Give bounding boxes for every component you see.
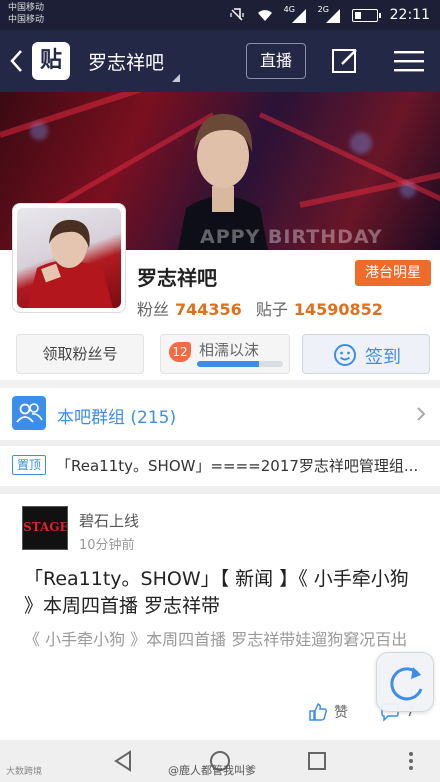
back-icon[interactable]: [8, 48, 26, 74]
live-button[interactable]: 直播: [246, 43, 306, 79]
avatar-logo-text: STAGE: [23, 520, 68, 534]
post-timestamp: 10分钟前: [79, 538, 135, 553]
sign-in-label: 签到: [365, 347, 401, 368]
group-icon: [12, 396, 46, 430]
refresh-button[interactable]: [376, 652, 434, 712]
section-divider: [0, 380, 440, 388]
wifi-icon: [257, 10, 272, 21]
battery-icon: [351, 8, 381, 22]
network-type-2: 2G: [317, 5, 329, 14]
nav-forum-title[interactable]: 罗志祥吧: [88, 48, 164, 75]
posts-count: 14590852: [293, 300, 383, 319]
level-name: 相濡以沫: [199, 341, 260, 359]
fans-label: 粉丝: [137, 300, 170, 319]
post-title[interactable]: 「Rea11ty。SHOW」【 新闻 】《 小手牵小狗 》本周四首播 罗志祥带: [24, 566, 420, 620]
posts-label: 贴子: [255, 300, 288, 319]
system-menu-icon[interactable]: [400, 750, 422, 772]
fans-count: 744356: [175, 300, 242, 319]
thumbs-up-icon: [309, 703, 328, 721]
refresh-icon: [390, 667, 423, 701]
menu-icon[interactable]: [394, 50, 424, 72]
signal-icon-2: 2G: [317, 5, 342, 23]
pinned-post-title: 「Rea11ty。SHOW」====2017罗志祥吧管理组...: [56, 457, 419, 475]
pinned-badge: 置顶: [12, 455, 46, 475]
smiley-icon: [334, 344, 356, 366]
level-progress-bar: [197, 361, 283, 367]
network-type-1: 4G: [283, 5, 295, 14]
forum-groups-row[interactable]: 本吧群组 (215): [0, 388, 440, 440]
member-level-button[interactable]: 12 相濡以沫: [160, 334, 290, 374]
sign-in-button[interactable]: 签到: [302, 334, 430, 374]
category-badge[interactable]: 港台明星: [355, 260, 431, 286]
section-divider: [0, 486, 440, 494]
compose-icon[interactable]: [330, 46, 360, 76]
vibrate-mute-icon: [230, 8, 244, 21]
like-label: 赞: [334, 705, 348, 721]
watermark-right: @鹿人都管我叫爹: [168, 764, 256, 777]
post-excerpt: 《 小手牵小狗 》本周四首播 罗志祥带娃遛狗窘况百出: [24, 630, 408, 649]
chevron-right-icon: [417, 407, 426, 421]
system-back-icon[interactable]: [112, 750, 134, 772]
forum-avatar[interactable]: [12, 203, 126, 313]
signal-icon-1: 4G: [283, 5, 308, 23]
forum-name: 罗志祥吧: [137, 266, 217, 290]
like-button[interactable]: 赞: [308, 702, 348, 722]
carrier-label-2: 中国移动: [8, 15, 45, 25]
post-author-name[interactable]: 碧石上线: [79, 510, 139, 531]
status-bar: 中国移动 中国移动 4G 2G 22:11: [0, 0, 440, 30]
system-navigation-bar: 大数跨境 @鹿人都管我叫爹: [0, 740, 440, 782]
post-card[interactable]: STAGE 碧石上线 10分钟前 「Rea11ty。SHOW」【 新闻 】《 小…: [0, 494, 440, 738]
carrier-label-1: 中国移动: [8, 3, 45, 13]
post-author-avatar[interactable]: STAGE: [22, 506, 68, 550]
dropdown-corner-icon[interactable]: [172, 74, 180, 82]
forum-nav-bar: 贴 罗志祥吧 直播: [0, 30, 440, 92]
banner-overlay-text: APPY BIRTHDAY: [200, 226, 383, 248]
watermark-left: 大数跨境: [6, 767, 43, 777]
status-time: 22:11: [389, 7, 430, 23]
system-recents-icon[interactable]: [306, 750, 328, 772]
pinned-post-row[interactable]: 置顶 「Rea11ty。SHOW」====2017罗志祥吧管理组...: [0, 446, 440, 486]
claim-fan-number-button[interactable]: 领取粉丝号: [16, 334, 144, 374]
tieba-logo[interactable]: 贴: [32, 42, 70, 80]
groups-label: 本吧群组 (215): [57, 408, 177, 428]
level-badge: 12: [169, 342, 191, 362]
forum-stats: 粉丝 744356 贴子 14590852: [137, 296, 383, 320]
forum-avatar-image: [17, 208, 121, 308]
